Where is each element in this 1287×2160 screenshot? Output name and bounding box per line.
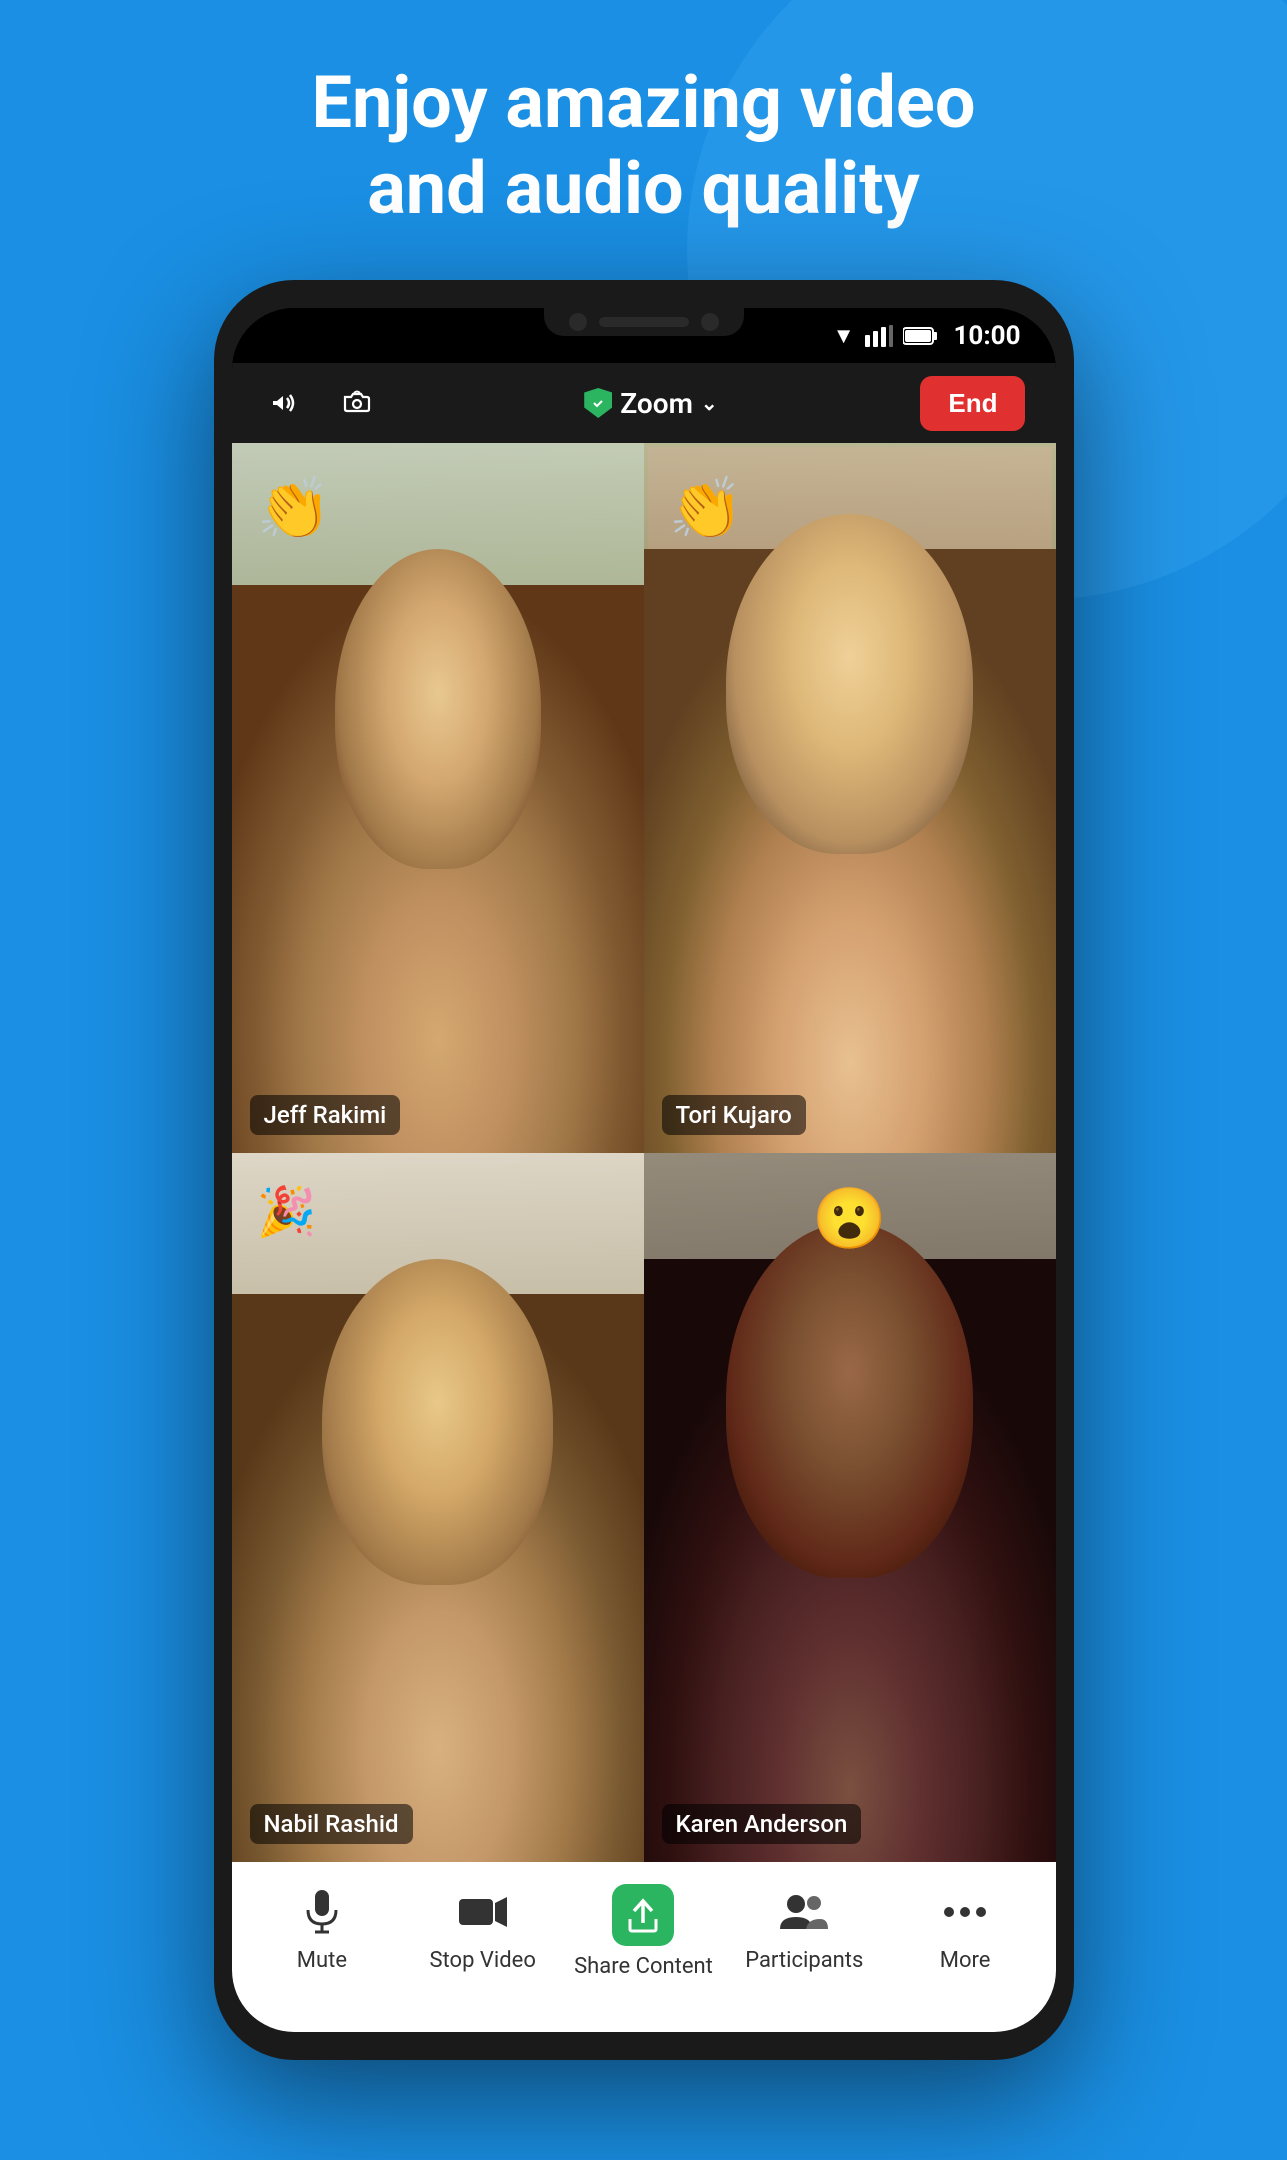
participants-icon bbox=[776, 1884, 832, 1940]
nabil-emoji: 🎉 bbox=[257, 1183, 317, 1240]
phone-screen: ▼ 10:00 bbox=[232, 308, 1056, 2032]
headline: Enjoy amazing video and audio quality bbox=[0, 60, 1287, 233]
speaker-bar bbox=[599, 317, 689, 327]
video-cell-nabil: 🎉 Nabil Rashid bbox=[232, 1153, 644, 1863]
battery-icon bbox=[903, 326, 939, 346]
wifi-icon: ▼ bbox=[833, 323, 855, 349]
speaker-icon[interactable] bbox=[262, 378, 312, 428]
headline-line2: and audio quality bbox=[80, 146, 1207, 232]
stop-video-button[interactable]: Stop Video bbox=[413, 1884, 553, 1973]
karen-name-label: Karen Anderson bbox=[662, 1804, 862, 1844]
video-cell-tori: 👏 Tori Kujaro bbox=[644, 443, 1056, 1153]
jeff-emoji: 👏 bbox=[257, 473, 332, 544]
share-content-icon bbox=[612, 1884, 674, 1946]
tori-emoji: 👏 bbox=[669, 473, 744, 544]
end-meeting-button[interactable]: End bbox=[920, 376, 1025, 431]
zoom-shield-icon bbox=[584, 388, 612, 418]
video-cell-jeff: 👏 Jeff Rakimi bbox=[232, 443, 644, 1153]
more-label: More bbox=[940, 1948, 991, 1973]
more-icon bbox=[937, 1884, 993, 1940]
karen-emoji: 😮 bbox=[812, 1183, 887, 1254]
zoom-label: Zoom bbox=[620, 387, 693, 420]
zoom-chevron-icon: ⌄ bbox=[701, 391, 718, 415]
mute-icon bbox=[294, 1884, 350, 1940]
camera-dot bbox=[569, 313, 587, 331]
participants-button[interactable]: Participants bbox=[734, 1884, 874, 1973]
phone-mockup: ▼ 10:00 bbox=[214, 280, 1074, 2060]
jeff-name-label: Jeff Rakimi bbox=[250, 1095, 401, 1135]
phone-notch bbox=[544, 308, 744, 336]
tori-name-label: Tori Kujaro bbox=[662, 1095, 806, 1135]
status-icons: ▼ 10:00 bbox=[833, 321, 1021, 351]
nabil-name-label: Nabil Rashid bbox=[250, 1804, 413, 1844]
stop-video-label: Stop Video bbox=[429, 1948, 535, 1973]
meeting-top-bar: Zoom ⌄ End bbox=[232, 363, 1056, 443]
signal-icon bbox=[865, 325, 893, 347]
headline-line1: Enjoy amazing video bbox=[80, 60, 1207, 146]
video-cell-karen: 😮 Karen Anderson bbox=[644, 1153, 1056, 1863]
camera-dot-2 bbox=[701, 313, 719, 331]
participants-label: Participants bbox=[745, 1948, 863, 1973]
camera-flip-icon[interactable] bbox=[332, 378, 382, 428]
status-time: 10:00 bbox=[954, 321, 1021, 351]
bottom-toolbar: Mute Stop Video bbox=[232, 1862, 1056, 2032]
phone-outer: ▼ 10:00 bbox=[214, 280, 1074, 2060]
stop-video-icon bbox=[455, 1884, 511, 1940]
video-grid: 👏 Jeff Rakimi 👏 Tori Kujaro bbox=[232, 443, 1056, 1862]
share-content-label: Share Content bbox=[574, 1954, 713, 1979]
share-content-button[interactable]: Share Content bbox=[573, 1884, 713, 1979]
mute-label: Mute bbox=[297, 1948, 347, 1973]
more-button[interactable]: More bbox=[895, 1884, 1035, 1973]
mute-button[interactable]: Mute bbox=[252, 1884, 392, 1973]
zoom-meeting-title[interactable]: Zoom ⌄ bbox=[584, 387, 717, 420]
